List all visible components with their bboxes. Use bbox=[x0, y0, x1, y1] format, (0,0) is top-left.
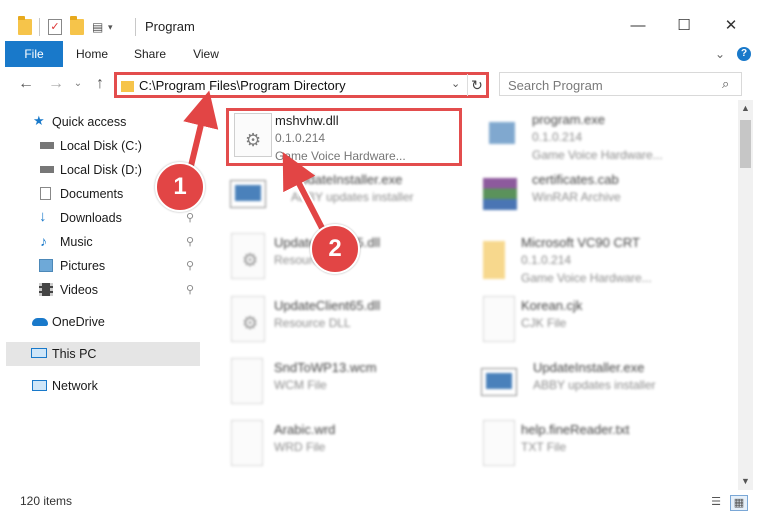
callout-badge-1: 1 bbox=[155, 162, 205, 212]
callout-arrows bbox=[183, 90, 327, 233]
arrow-to-address-bar bbox=[183, 90, 219, 175]
arrow-to-selected-file bbox=[282, 152, 327, 233]
callout-badge-2: 2 bbox=[310, 224, 360, 274]
